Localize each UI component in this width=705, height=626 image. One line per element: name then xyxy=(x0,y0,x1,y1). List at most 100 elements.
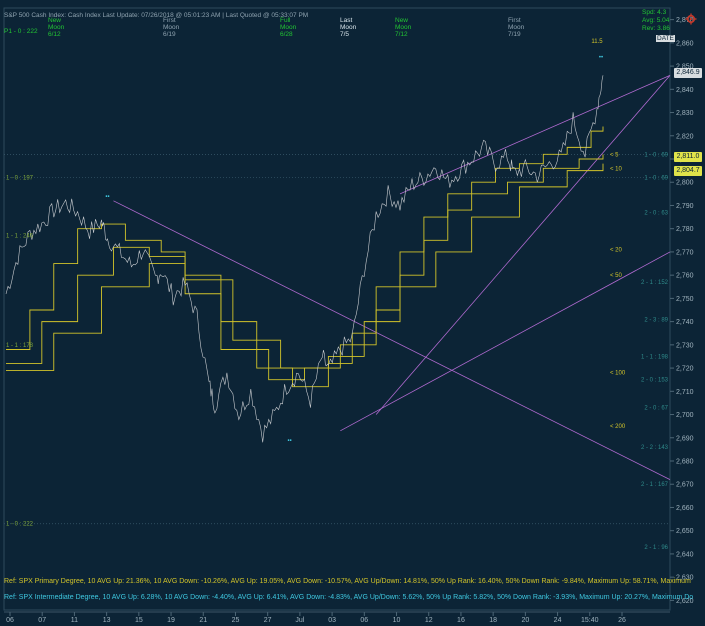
level-label-right: 2 - 0 : 67 xyxy=(644,406,668,412)
x-tick-label: 20 xyxy=(521,617,529,624)
ma-label: < 10 xyxy=(610,166,623,172)
lunar-top: Last xyxy=(340,17,353,24)
lunar-top: First xyxy=(163,17,176,24)
level-label-right: 2 - 0 : 63 xyxy=(644,210,668,216)
y-tick-label: 2,680 xyxy=(676,459,694,466)
price-tag: 2,811.0 xyxy=(674,151,702,162)
y-tick-label: 2,700 xyxy=(676,412,694,419)
lunar-top: Full xyxy=(280,17,291,24)
legend-stat: Spd: 4.3 xyxy=(642,9,667,16)
y-tick-label: 2,840 xyxy=(676,87,694,94)
trough-marker: •• xyxy=(287,438,291,444)
price-tag: 2,804.7 xyxy=(674,166,702,177)
lunar-mid: Moon xyxy=(163,24,180,31)
lunar-mid: Moon xyxy=(280,24,297,31)
ma-label: < 20 xyxy=(610,248,623,254)
x-tick-label: 11 xyxy=(71,617,78,624)
y-tick-label: 2,750 xyxy=(676,296,694,303)
level-label-left: 1 - 0 : 197 xyxy=(6,176,34,182)
peak-marker: •• xyxy=(105,194,109,200)
y-tick-label: 2,860 xyxy=(676,40,694,47)
y-tick-label: 2,770 xyxy=(676,249,694,256)
x-tick-label: 07 xyxy=(38,617,46,624)
x-tick-label: 10 xyxy=(393,617,401,624)
y-tick-label: 2,800 xyxy=(676,180,694,187)
plot-border xyxy=(3,7,671,611)
y-tick-label: 2,740 xyxy=(676,319,694,326)
y-tick-label: 2,830 xyxy=(676,110,694,117)
lunar-date: 7/12 xyxy=(395,31,408,38)
level-label-right: 1 - 0 : 69 xyxy=(644,176,668,182)
x-tick-label: 06 xyxy=(360,617,368,624)
level-label-left: 1 - 0 : 222 xyxy=(6,522,34,528)
x-tick-label: 16 xyxy=(457,617,465,624)
x-tick-label: 15:40 xyxy=(581,617,599,624)
lunar-top: New xyxy=(48,17,62,24)
level-label-right: 2 - 3 : 89 xyxy=(644,317,668,323)
level-label-right: 1 - 0 : 69 xyxy=(644,152,668,158)
y-tick-label: 2,660 xyxy=(676,505,694,512)
chart-window: 2,620 2,630 2,640 2,650 2,660 2,670 2,680 2,690… xyxy=(0,0,705,626)
price-line xyxy=(5,75,604,443)
level-label-right: 2 - 1 : 96 xyxy=(644,545,668,551)
gear-icon[interactable] xyxy=(685,13,697,25)
lunar-top: New xyxy=(395,17,409,24)
lunar-top: First xyxy=(508,17,521,24)
lunar-date: 7/5 xyxy=(340,31,350,38)
price-chart[interactable]: 2,6202,6302,6402,6502,6602,6702,6802,690… xyxy=(0,0,705,626)
ma-label: < 100 xyxy=(610,371,626,377)
level-label-right: 2 - 0 : 153 xyxy=(641,378,669,384)
x-tick-label: 24 xyxy=(554,617,562,624)
y-tick-label: 2,710 xyxy=(676,389,694,396)
moving-average-line xyxy=(6,154,604,381)
lunar-mid: Moon xyxy=(395,24,412,31)
level-label-right: 2 - 1 : 152 xyxy=(641,280,669,286)
ma-label: < 5 xyxy=(610,152,619,158)
x-tick-label: 26 xyxy=(618,617,626,624)
y-tick-label: 2,790 xyxy=(676,203,694,210)
level-label-right: 2 - 1 : 167 xyxy=(641,482,669,488)
lunar-mid: Moon xyxy=(48,24,65,31)
y-tick-label: 2,820 xyxy=(676,133,694,140)
y-tick-label: 2,650 xyxy=(676,528,694,535)
y-tick-label: 2,730 xyxy=(676,342,694,349)
last-marker: •• xyxy=(599,55,603,61)
y-tick-label: 2,760 xyxy=(676,273,694,280)
x-tick-label: 18 xyxy=(489,617,497,624)
intermediate-degree-stats: Ref: SPX Intermediate Degree, 10 AVG Up:… xyxy=(4,594,694,601)
x-tick-label: 13 xyxy=(103,617,111,624)
level-label-left: 1 - 1 : 246 xyxy=(6,234,34,240)
y-tick-label: 2,780 xyxy=(676,226,694,233)
y-tick-label: 2,690 xyxy=(676,435,694,442)
trend-line xyxy=(113,200,671,480)
x-tick-label: 03 xyxy=(328,617,336,624)
y-tick-label: 2,640 xyxy=(676,551,694,558)
date-badge[interactable]: DATE xyxy=(656,35,675,42)
primary-degree-stats: Ref: SPX Primary Degree, 10 AVG Up: 21.3… xyxy=(4,578,691,585)
level-label-left: 1 - 1 : 178 xyxy=(6,343,34,349)
x-tick-label: 06 xyxy=(6,617,14,624)
ma-label: < 50 xyxy=(610,273,623,279)
lunar-date: 6/12 xyxy=(48,31,61,38)
y-tick-label: 2,670 xyxy=(676,482,694,489)
peak-value-label: 11.5 xyxy=(591,39,603,45)
level-label-right: 2 - 2 : 143 xyxy=(641,445,669,451)
x-tick-label: Jul xyxy=(295,617,304,624)
x-tick-label: 12 xyxy=(425,617,433,624)
moving-average-line xyxy=(6,163,604,371)
price-tag: 2,846.9 xyxy=(674,68,702,79)
x-tick-label: 25 xyxy=(232,617,240,624)
x-tick-label: 15 xyxy=(135,617,143,624)
ma-label: < 200 xyxy=(610,424,626,430)
lunar-mid: Moon xyxy=(340,24,357,31)
y-tick-label: 2,720 xyxy=(676,366,694,373)
level-label-right: 1 - 1 : 198 xyxy=(641,354,669,360)
x-tick-label: 19 xyxy=(167,617,175,624)
legend-stat: Avg: 5.04 xyxy=(642,17,670,24)
degree-label: P1 - 0 : 222 xyxy=(4,28,38,35)
lunar-date: 6/28 xyxy=(280,31,293,38)
lunar-date: 6/19 xyxy=(163,31,176,38)
trend-line xyxy=(375,75,671,415)
lunar-date: 7/19 xyxy=(508,31,521,38)
legend-stat: Rev: 3.86 xyxy=(642,25,670,32)
